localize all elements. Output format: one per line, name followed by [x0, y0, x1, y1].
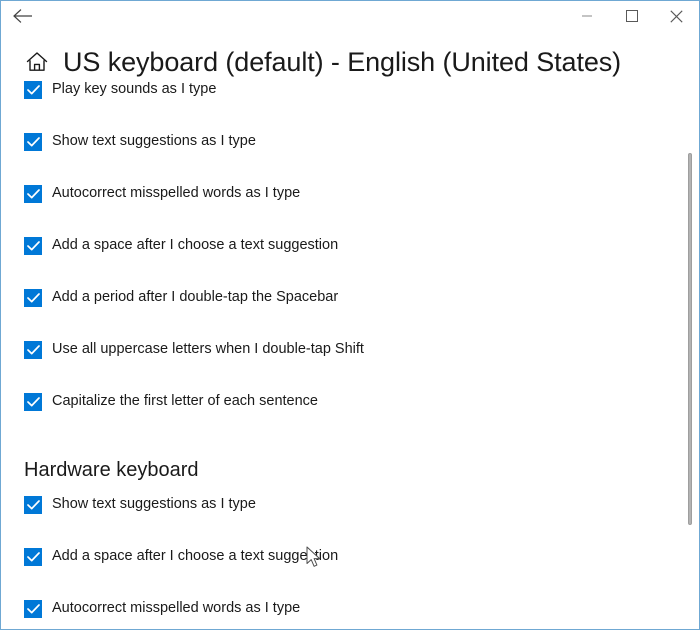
checkbox-hw-add-space-after-suggestion[interactable] [24, 548, 42, 566]
checkbox-checked-box [24, 81, 42, 99]
checkbox-checked-box [24, 496, 42, 514]
setting-row[interactable]: Add a space after I choose a text sugges… [24, 236, 699, 288]
checkbox-checked-box [24, 237, 42, 255]
setting-label: Add a space after I choose a text sugges… [52, 548, 339, 564]
checkbox-hw-show-text-suggestions[interactable] [24, 496, 42, 514]
checkmark-icon [26, 500, 40, 510]
checkmark-icon [26, 345, 40, 355]
setting-row[interactable]: Play key sounds as I type [24, 80, 699, 132]
settings-window: US keyboard (default) - English (United … [0, 0, 700, 630]
checkbox-play-key-sounds[interactable] [24, 81, 42, 99]
home-icon[interactable] [24, 49, 50, 75]
checkbox-checked-box [24, 185, 42, 203]
vertical-scrollbar[interactable] [686, 32, 694, 629]
setting-row[interactable]: Add a period after I double-tap the Spac… [24, 288, 699, 340]
checkmark-icon [26, 604, 40, 614]
checkbox-show-text-suggestions[interactable] [24, 133, 42, 151]
checkmark-icon [26, 552, 40, 562]
setting-row[interactable]: Add a space after I choose a text sugges… [24, 547, 699, 599]
maximize-icon [625, 10, 638, 22]
checkbox-uppercase-double-tap-shift[interactable] [24, 341, 42, 359]
checkmark-icon [26, 137, 40, 147]
home-glyph-icon [26, 52, 48, 71]
back-button[interactable] [1, 1, 45, 31]
setting-label: Use all uppercase letters when I double-… [52, 341, 364, 357]
checkmark-icon [26, 85, 40, 95]
setting-label: Play key sounds as I type [52, 81, 217, 97]
checkbox-checked-box [24, 341, 42, 359]
setting-label: Show text suggestions as I type [52, 496, 256, 512]
checkbox-add-period-double-tap-spacebar[interactable] [24, 289, 42, 307]
checkbox-checked-box [24, 133, 42, 151]
setting-label: Add a space after I choose a text sugges… [52, 237, 339, 253]
setting-row[interactable]: Autocorrect misspelled words as I type [24, 184, 699, 236]
setting-label: Show text suggestions as I type [52, 133, 256, 149]
settings-content: Play key sounds as I type Show text sugg… [1, 76, 699, 629]
setting-row[interactable]: Show text suggestions as I type [24, 132, 699, 184]
checkmark-icon [26, 189, 40, 199]
checkbox-checked-box [24, 548, 42, 566]
section-heading-hardware-keyboard: Hardware keyboard [24, 459, 199, 481]
setting-row[interactable]: Capitalize the first letter of each sent… [24, 392, 699, 444]
checkbox-add-space-after-suggestion[interactable] [24, 237, 42, 255]
title-bar [1, 1, 699, 32]
setting-label: Add a period after I double-tap the Spac… [52, 289, 339, 305]
close-icon [670, 9, 683, 23]
arrow-left-icon [13, 9, 32, 23]
maximize-button[interactable] [609, 1, 654, 31]
setting-label: Autocorrect misspelled words as I type [52, 185, 301, 201]
caption-button-group [564, 1, 699, 31]
checkmark-icon [26, 397, 40, 407]
checkbox-checked-box [24, 600, 42, 618]
settings-section-touch-keyboard: Play key sounds as I type Show text sugg… [24, 80, 699, 444]
minimize-icon [581, 15, 592, 17]
scrollbar-thumb[interactable] [688, 153, 692, 525]
page-title: US keyboard (default) - English (United … [63, 47, 622, 77]
setting-row[interactable]: Use all uppercase letters when I double-… [24, 340, 699, 392]
setting-label: Autocorrect misspelled words as I type [52, 600, 301, 616]
settings-section-hardware-keyboard: Hardware keyboard Show text suggestions … [24, 458, 699, 629]
checkbox-checked-box [24, 393, 42, 411]
setting-label: Capitalize the first letter of each sent… [52, 393, 318, 409]
checkbox-checked-box [24, 289, 42, 307]
checkbox-hw-autocorrect-misspelled[interactable] [24, 600, 42, 618]
minimize-button[interactable] [564, 1, 609, 31]
page-header: US keyboard (default) - English (United … [1, 32, 699, 77]
close-button[interactable] [654, 1, 699, 31]
checkmark-icon [26, 293, 40, 303]
checkmark-icon [26, 241, 40, 251]
setting-row[interactable]: Autocorrect misspelled words as I type [24, 599, 699, 629]
setting-row[interactable]: Show text suggestions as I type [24, 495, 699, 547]
checkbox-capitalize-first-letter[interactable] [24, 393, 42, 411]
checkbox-autocorrect-misspelled[interactable] [24, 185, 42, 203]
